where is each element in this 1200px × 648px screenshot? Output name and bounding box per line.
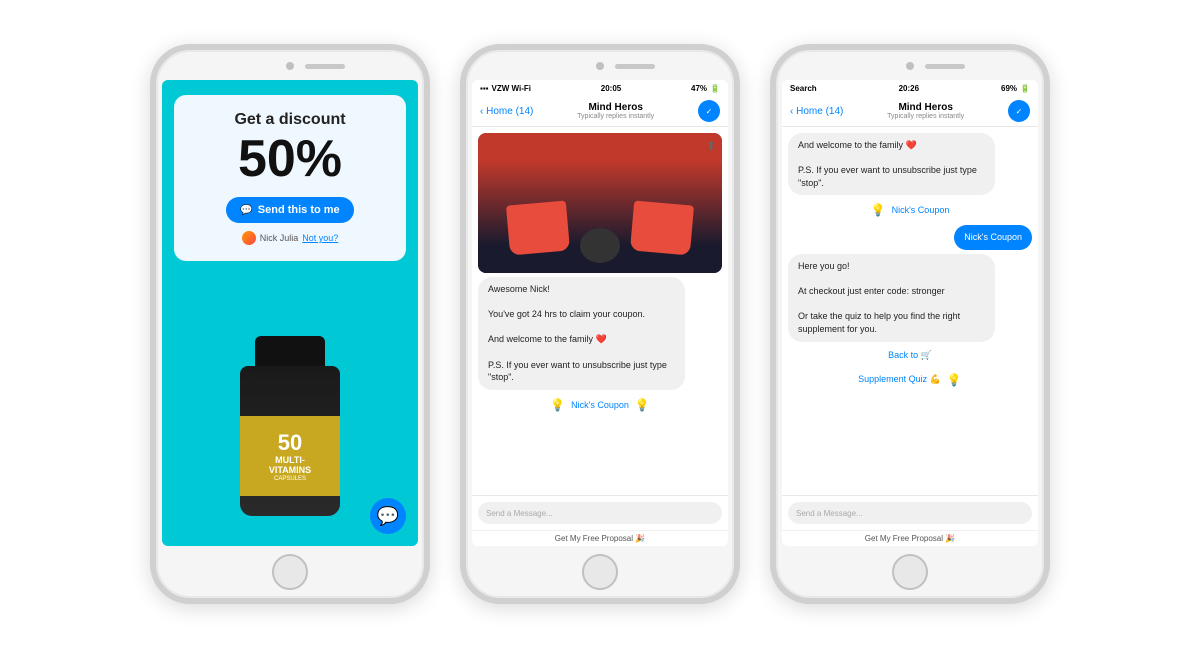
header-center: Mind Heros Typically replies instantly: [539, 102, 692, 120]
phone-screen-ad: Get a discount 50% 💬 Send this to me Nic…: [162, 80, 418, 546]
phone-chat-2: Search 20:26 69% 🔋 ‹ Home (14) Mind Hero…: [770, 44, 1050, 604]
phone-screen-chat2: Search 20:26 69% 🔋 ‹ Home (14) Mind Hero…: [782, 80, 1038, 546]
bottle-label-text: MULTI- VITAMINS: [269, 456, 311, 476]
messenger-icon: 💬: [240, 205, 252, 216]
battery-icon-3: 🔋: [1020, 84, 1030, 93]
back-button[interactable]: ‹ Home (14): [480, 106, 533, 117]
message-sent-coupon: Nick's Coupon: [954, 225, 1032, 250]
messenger-fab[interactable]: 💬: [370, 498, 406, 534]
not-you-link[interactable]: Not you?: [302, 233, 338, 243]
bottle-number: 50: [278, 430, 302, 456]
video-call-button-3[interactable]: ✓: [1008, 100, 1030, 122]
chat-content: ⬆ Awesome Nick! You've got 24 hrs to cla…: [472, 127, 728, 495]
bottom-bar-3: Get My Free Proposal 🎉: [782, 530, 1038, 546]
coupon-link[interactable]: Nick's Coupon: [571, 400, 629, 410]
bottle-label-sub: CAPSULES: [274, 476, 306, 482]
quiz-icon-right: 💡: [947, 373, 962, 387]
status-right: 47% 🔋: [691, 84, 720, 93]
input-placeholder: Send a Message...: [486, 509, 553, 518]
phone-chat-1: ▪▪▪ VZW Wi-Fi 20:05 47% 🔋 ‹ Home (14): [460, 44, 740, 604]
chat-subtitle-3: Typically replies instantly: [849, 113, 1002, 120]
share-button[interactable]: ⬆: [706, 139, 716, 153]
coupon-link-row: 💡 Nick's Coupon 💡: [478, 394, 722, 416]
home-button[interactable]: [272, 554, 308, 590]
status-time: 20:05: [601, 84, 621, 93]
phone-ad: Get a discount 50% 💬 Send this to me Nic…: [150, 44, 430, 604]
user-line: Nick Julia Not you?: [194, 231, 386, 245]
back-link[interactable]: Back to 🛒: [888, 350, 932, 361]
coupon-icon-left-3: 💡: [871, 203, 886, 217]
message-input-3[interactable]: Send a Message...: [788, 502, 1032, 524]
home-button-2[interactable]: [582, 554, 618, 590]
status-bar: ▪▪▪ VZW Wi-Fi 20:05 47% 🔋: [472, 80, 728, 96]
status-bar-3: Search 20:26 69% 🔋: [782, 80, 1038, 96]
wifi-label: VZW Wi-Fi: [492, 84, 531, 93]
battery-label: 47%: [691, 84, 707, 93]
user-name: Nick Julia: [260, 233, 299, 243]
action-quiz: Supplement Quiz 💪 💡: [788, 369, 1032, 391]
home-button-3[interactable]: [892, 554, 928, 590]
chat-bubble-1: Awesome Nick! You've got 24 hrs to claim…: [478, 277, 685, 390]
coupon-link-received[interactable]: Nick's Coupon: [892, 205, 950, 215]
kettlebell: [580, 228, 620, 263]
chat-title: Mind Heros: [539, 102, 692, 113]
status-right-3: 69% 🔋: [1001, 84, 1030, 93]
supplement-bottle: 50 MULTI- VITAMINS CAPSULES: [220, 336, 360, 516]
workout-img-bg: [478, 133, 722, 273]
chat-screen-2: Search 20:26 69% 🔋 ‹ Home (14) Mind Hero…: [782, 80, 1038, 546]
search-label: Search: [790, 84, 817, 93]
message-input[interactable]: Send a Message...: [478, 502, 722, 524]
send-button-label: Send this to me: [258, 204, 340, 216]
coupon-icon-left: 💡: [550, 398, 565, 412]
status-left: ▪▪▪ VZW Wi-Fi: [480, 84, 531, 93]
back-button-3[interactable]: ‹ Home (14): [790, 106, 843, 117]
send-button[interactable]: 💬 Send this to me: [226, 197, 353, 223]
bottom-bar-text: Get My Free Proposal 🎉: [555, 534, 645, 543]
header-center-3: Mind Heros Typically replies instantly: [849, 102, 1002, 120]
quiz-link[interactable]: Supplement Quiz 💪: [858, 374, 941, 385]
battery-label-3: 69%: [1001, 84, 1017, 93]
chat-input-row: Send a Message...: [472, 495, 728, 530]
ad-discount: 50%: [194, 133, 386, 185]
phone-screen-chat1: ▪▪▪ VZW Wi-Fi 20:05 47% 🔋 ‹ Home (14): [472, 80, 728, 546]
chat-header-3: ‹ Home (14) Mind Heros Typically replies…: [782, 96, 1038, 127]
coupon-icon-right: 💡: [635, 398, 650, 412]
status-left-3: Search: [790, 84, 817, 93]
user-avatar: [242, 231, 256, 245]
chat-screen-1: ▪▪▪ VZW Wi-Fi 20:05 47% 🔋 ‹ Home (14): [472, 80, 728, 546]
bottom-bar: Get My Free Proposal 🎉: [472, 530, 728, 546]
chat-input-row-3: Send a Message...: [782, 495, 1038, 530]
workout-image: ⬆: [478, 133, 722, 273]
input-placeholder-3: Send a Message...: [796, 509, 863, 518]
chat-subtitle: Typically replies instantly: [539, 113, 692, 120]
bottle-label: 50 MULTI- VITAMINS CAPSULES: [240, 416, 340, 496]
bottle-body: 50 MULTI- VITAMINS CAPSULES: [240, 366, 340, 516]
chat-header: ‹ Home (14) Mind Heros Typically replies…: [472, 96, 728, 127]
ad-title: Get a discount: [194, 111, 386, 129]
message-here-you-go: Here you go! At checkout just enter code…: [788, 254, 995, 342]
bottom-bar-text-3: Get My Free Proposal 🎉: [865, 534, 955, 543]
action-back: Back to 🛒: [788, 346, 1032, 365]
video-call-button[interactable]: ✓: [698, 100, 720, 122]
coupon-link-row-3: 💡 Nick's Coupon: [788, 199, 1032, 221]
chat-title-3: Mind Heros: [849, 102, 1002, 113]
status-time-3: 20:26: [899, 84, 919, 93]
signal-icon: ▪▪▪: [480, 84, 489, 93]
chat-content-3: And welcome to the family ❤️ P.S. If you…: [782, 127, 1038, 495]
ad-card: Get a discount 50% 💬 Send this to me Nic…: [174, 95, 406, 261]
ad-screen: Get a discount 50% 💬 Send this to me Nic…: [162, 80, 418, 546]
phones-container: Get a discount 50% 💬 Send this to me Nic…: [130, 24, 1070, 624]
message-welcome: And welcome to the family ❤️ P.S. If you…: [788, 133, 995, 195]
battery-icon: 🔋: [710, 84, 720, 93]
